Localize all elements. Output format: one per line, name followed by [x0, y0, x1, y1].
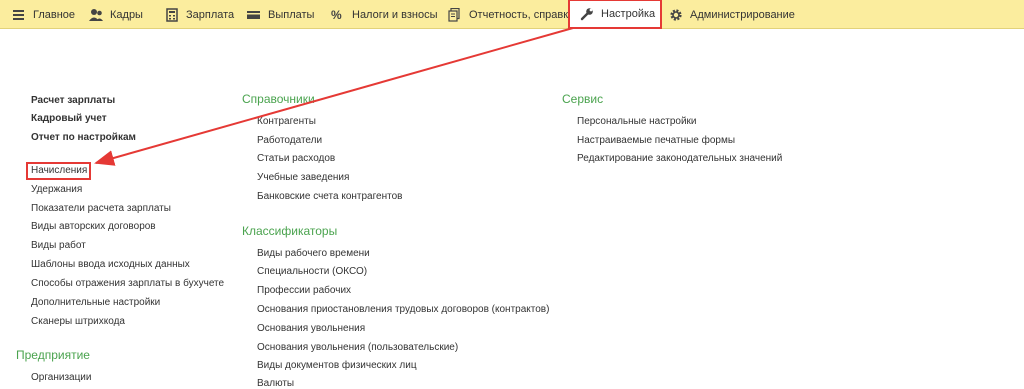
- link-hr-accounting[interactable]: Кадровый учет: [31, 113, 107, 124]
- tab-label: Налоги и взносы: [352, 8, 438, 21]
- link-barcode-scanners[interactable]: Сканеры штрихкода: [31, 316, 125, 327]
- link-accounting-reflection[interactable]: Способы отражения зарплаты в бухучете: [31, 278, 224, 289]
- link-organizations[interactable]: Организации: [31, 372, 91, 383]
- link-educational-institutions[interactable]: Учебные заведения: [257, 172, 349, 183]
- tab-label: Кадры: [110, 8, 143, 21]
- section-title-classifiers: Классификаторы: [242, 224, 338, 238]
- tab-settings[interactable]: Настройка: [568, 0, 662, 29]
- wrench-icon: [580, 7, 594, 21]
- link-counterparty-bank-accounts[interactable]: Банковские счета контрагентов: [257, 191, 402, 202]
- link-accruals[interactable]: Начисления: [31, 165, 87, 176]
- link-payroll-indicators[interactable]: Показатели расчета зарплаты: [31, 203, 171, 214]
- section-title-enterprise: Предприятие: [16, 348, 90, 362]
- link-legislative-values-editing[interactable]: Редактирование законодательных значений: [577, 153, 782, 164]
- link-contract-suspension-grounds[interactable]: Основания приостановления трудовых догов…: [257, 304, 549, 315]
- link-payroll-calculation[interactable]: Расчет зарплаты: [31, 95, 115, 106]
- tab-reports[interactable]: Отчетность, справки: [448, 0, 574, 29]
- tab-taxes[interactable]: % Налоги и взносы: [331, 0, 438, 29]
- link-working-time-types[interactable]: Виды рабочего времени: [257, 248, 370, 259]
- tab-label: Зарплата: [186, 8, 235, 21]
- link-work-types[interactable]: Виды работ: [31, 240, 86, 251]
- link-worker-professions[interactable]: Профессии рабочих: [257, 285, 351, 296]
- link-expense-items[interactable]: Статьи расходов: [257, 153, 335, 164]
- link-specialties-okso[interactable]: Специальности (ОКСО): [257, 266, 367, 277]
- link-custom-print-forms[interactable]: Настраиваемые печатные формы: [577, 135, 735, 146]
- tab-personnel[interactable]: Кадры: [89, 0, 143, 29]
- link-deductions[interactable]: Удержания: [31, 184, 82, 195]
- people-icon: [89, 8, 103, 22]
- link-employers[interactable]: Работодатели: [257, 135, 322, 146]
- documents-icon: [448, 7, 462, 22]
- section-title-service: Сервис: [562, 92, 604, 106]
- card-icon: [247, 8, 261, 22]
- link-input-templates[interactable]: Шаблоны ввода исходных данных: [31, 259, 190, 270]
- annotation-arrow: [94, 27, 574, 166]
- calculator-icon: [165, 7, 179, 22]
- tab-administration[interactable]: Администрирование: [669, 0, 795, 29]
- tab-payments[interactable]: Выплаты: [247, 0, 314, 29]
- section-title-references: Справочники: [242, 92, 315, 106]
- gear-icon: [669, 8, 683, 22]
- link-personal-document-types[interactable]: Виды документов физических лиц: [257, 360, 417, 371]
- link-dismissal-grounds-custom[interactable]: Основания увольнения (пользовательские): [257, 342, 458, 353]
- tab-label: Выплаты: [268, 8, 315, 21]
- tab-salary[interactable]: Зарплата: [165, 0, 234, 29]
- tab-label: Настройка: [601, 8, 656, 20]
- menu-icon: [12, 8, 26, 22]
- link-author-contract-types[interactable]: Виды авторских договоров: [31, 221, 156, 232]
- link-dismissal-grounds[interactable]: Основания увольнения: [257, 323, 365, 334]
- link-additional-settings[interactable]: Дополнительные настройки: [31, 297, 160, 308]
- link-currencies[interactable]: Валюты: [257, 378, 294, 389]
- link-counterparties[interactable]: Контрагенты: [257, 116, 316, 127]
- tab-main[interactable]: Главное: [12, 0, 75, 29]
- link-settings-report[interactable]: Отчет по настройкам: [31, 132, 136, 143]
- tab-label: Администрирование: [690, 8, 795, 21]
- tab-label: Отчетность, справки: [469, 8, 575, 21]
- percent-icon: %: [331, 7, 342, 22]
- link-personal-settings[interactable]: Персональные настройки: [577, 116, 697, 127]
- tab-label: Главное: [33, 8, 76, 21]
- top-navigation-bar: Главное Кадры Зарплата Выплаты % Налоги …: [0, 0, 1024, 29]
